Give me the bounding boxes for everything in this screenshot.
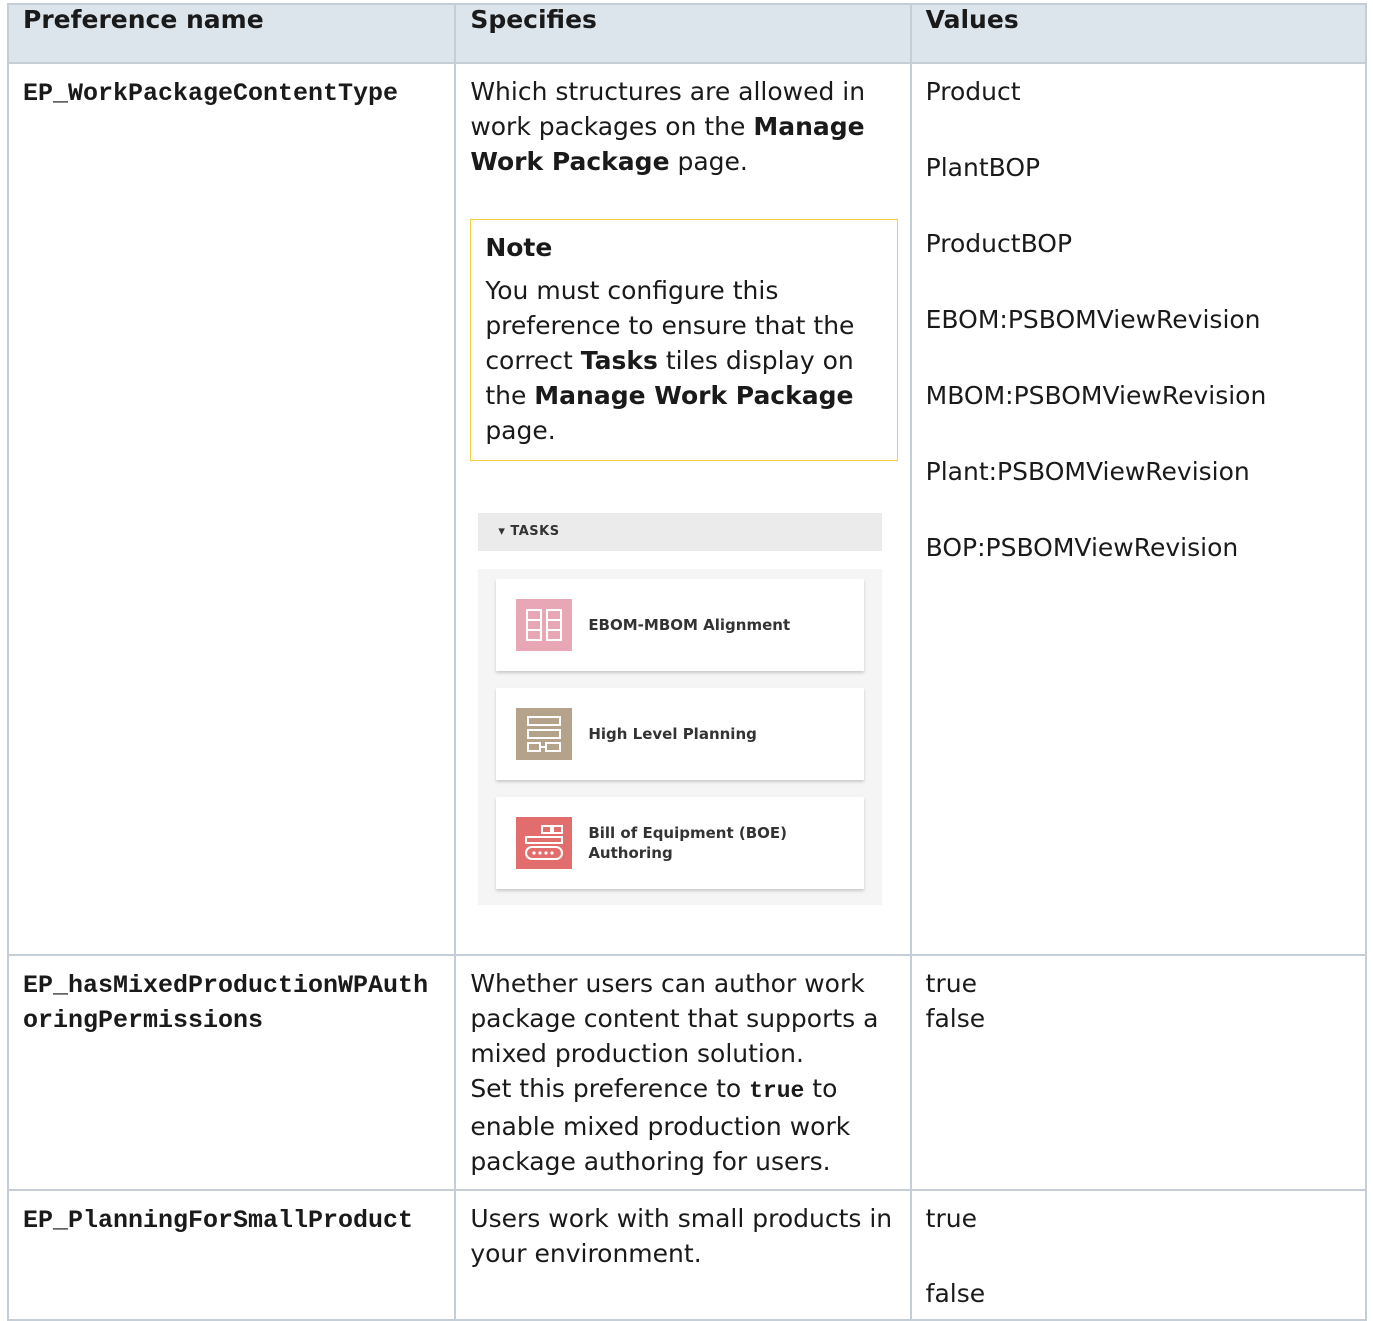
task-tile-ebom-mbom: EBOM-MBOM Alignment <box>496 579 865 671</box>
value-item: EBOM:PSBOMViewRevision <box>925 305 1261 334</box>
tasks-panel-screenshot: ▾ TASKS EBOM-MBOM Alignment High Level P… <box>478 513 883 905</box>
task-tile-label: Bill of Equipment (BOE) Authoring <box>588 824 788 862</box>
value-item: MBOM:PSBOMViewRevision <box>925 381 1267 410</box>
task-tile-label: EBOM-MBOM Alignment <box>588 616 791 634</box>
specifies-cell: Users work with small products in your e… <box>454 1189 912 1321</box>
values-cell: Product PlantBOP ProductBOP EBOM:PSBOMVi… <box>909 62 1368 956</box>
task-tile-high-level-planning: High Level Planning <box>496 688 865 780</box>
header-values: Values <box>909 3 1368 64</box>
preference-name-cell: EP_PlanningForSmallProduct <box>6 1189 457 1321</box>
header-preference-name: Preference name <box>6 3 457 64</box>
value-item: false <box>925 1004 986 1033</box>
value-item: PlantBOP <box>925 153 1041 182</box>
values-cell: true false <box>909 954 1368 1191</box>
specifies-text: Which structures are allowed in work pac… <box>470 77 866 176</box>
task-tile-boe-authoring: Bill of Equipment (BOE) Authoring <box>496 797 865 889</box>
table-row: EP_PlanningForSmallProduct Users work wi… <box>6 1189 1368 1321</box>
value-item: BOP:PSBOMViewRevision <box>925 533 1239 562</box>
specifies-cell: Whether users can author work package co… <box>454 954 912 1191</box>
note-box: Note You must configure this preference … <box>470 219 898 461</box>
preference-name: EP_PlanningForSmallProduct <box>23 1206 414 1235</box>
specifies-text: Set this preference to true to enable mi… <box>470 1074 851 1176</box>
equipment-icon <box>516 817 573 869</box>
values-cell: true false <box>909 1189 1368 1321</box>
value-item: true <box>925 969 977 998</box>
table-row: EP_hasMixedProductionWPAuthoringPermissi… <box>6 954 1368 1191</box>
planning-icon <box>516 708 573 760</box>
specifies-text: Whether users can author work package co… <box>470 969 879 1068</box>
preference-name: EP_hasMixedProductionWPAuthoringPermissi… <box>23 971 429 1035</box>
note-title: Note <box>485 233 553 262</box>
note-text: You must configure this preference to en… <box>485 276 855 445</box>
alignment-icon <box>516 599 573 651</box>
preference-name: EP_WorkPackageContentType <box>23 79 399 108</box>
tasks-panel-header: ▾ TASKS <box>478 513 883 551</box>
preference-name-cell: EP_WorkPackageContentType <box>6 62 457 956</box>
preferences-table: Preference name Specifies Values EP_Work… <box>6 3 1368 1321</box>
table-header-row: Preference name Specifies Values <box>6 3 1368 64</box>
task-tile-label: High Level Planning <box>588 725 757 743</box>
value-item: Plant:PSBOMViewRevision <box>925 457 1250 486</box>
value-item: Product <box>925 77 1021 106</box>
value-item: true <box>925 1204 977 1233</box>
value-item: false <box>925 1279 986 1308</box>
value-item: ProductBOP <box>925 229 1073 258</box>
specifies-cell: Which structures are allowed in work pac… <box>454 62 912 956</box>
specifies-text: Users work with small products in your e… <box>470 1204 893 1268</box>
preference-name-cell: EP_hasMixedProductionWPAuthoringPermissi… <box>6 954 457 1191</box>
table-row: EP_WorkPackageContentType Which structur… <box>6 62 1368 956</box>
header-specifies: Specifies <box>454 3 912 64</box>
tasks-tiles: EBOM-MBOM Alignment High Level Planning … <box>478 569 883 905</box>
caret-down-icon: ▾ <box>498 524 511 539</box>
